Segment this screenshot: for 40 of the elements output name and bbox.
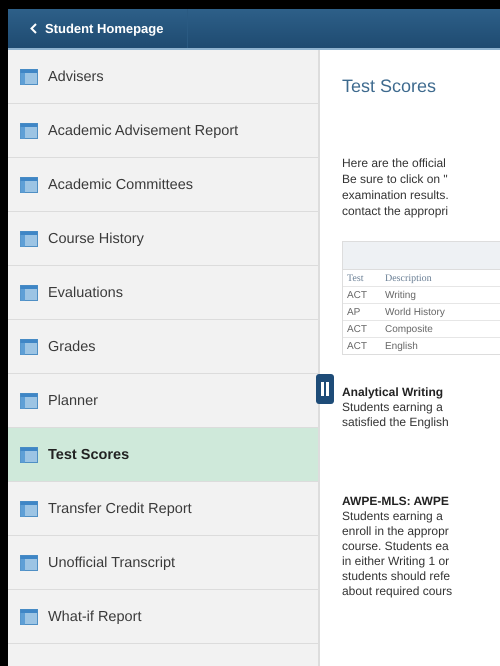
section-text: course. Students ea <box>342 539 450 554</box>
section-heading: AWPE-MLS: AWPE <box>342 494 450 509</box>
collapse-button[interactable] <box>316 374 334 404</box>
section-text: Students earning a <box>342 509 444 524</box>
table-cell-text: ACT <box>346 324 368 334</box>
section-heading: Analytical Writing <box>342 385 444 400</box>
intro-text: examination results. <box>342 187 450 203</box>
table-icon <box>20 230 38 246</box>
table-icon <box>20 392 38 408</box>
chevron-left-icon <box>30 23 37 34</box>
page-title: Test Scores <box>342 76 438 97</box>
section-text: about required cours <box>342 584 454 599</box>
table-cell-text: English <box>384 340 419 352</box>
table-icon <box>20 338 38 354</box>
table-cell-text: Writing <box>384 290 417 300</box>
table-cell-text: ACT <box>346 340 368 352</box>
table-icon <box>20 446 38 462</box>
section-text: satisfied the English <box>342 415 450 430</box>
section-text: enroll in the appropr <box>342 524 450 539</box>
section-text: in either Writing 1 or <box>342 554 450 569</box>
sidebar-item[interactable]: Test Scores <box>8 428 318 482</box>
table-cell-text: Composite <box>384 324 434 334</box>
table-icon <box>20 122 38 138</box>
table-icon <box>20 284 38 300</box>
intro-text: Here are the official <box>342 155 447 171</box>
column-header: Description <box>384 272 433 284</box>
section-text: Students earning a <box>342 400 444 415</box>
table-icon <box>20 500 38 516</box>
table-icon <box>20 554 38 570</box>
section-text: students should refe <box>342 569 452 584</box>
table-cell-text: World History <box>384 306 446 318</box>
table-icon <box>20 176 38 192</box>
pause-icon <box>321 382 329 396</box>
intro-text: contact the appropri <box>342 203 450 219</box>
table-cell-text: ACT <box>346 290 368 300</box>
intro-text: Be sure to click on " <box>342 171 449 187</box>
table-icon <box>20 608 38 624</box>
table-icon <box>20 68 38 84</box>
column-header: Test <box>346 272 365 284</box>
table-cell-text: AP <box>346 306 362 318</box>
